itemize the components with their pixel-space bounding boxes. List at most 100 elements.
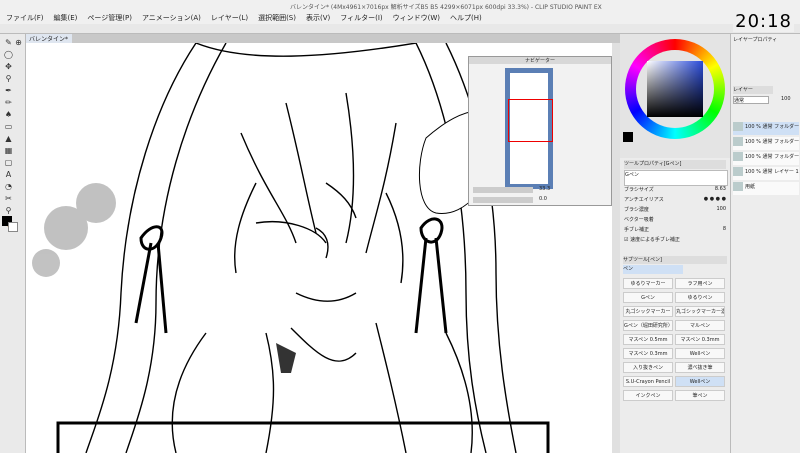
screentone-spots (32, 183, 116, 277)
color-wheel[interactable] (625, 39, 725, 139)
navigator-title: ナビゲーター (469, 57, 611, 64)
pointer-icon[interactable]: ✎ (4, 38, 13, 47)
subtool-item[interactable]: マスペン 0.5mm (623, 334, 673, 345)
menu-item[interactable]: ウィンドウ(W) (393, 13, 440, 23)
move-icon[interactable]: ✥ (4, 62, 13, 71)
tool-property-header: ツールプロパティ[Gペン] (624, 160, 726, 169)
ruler-icon[interactable]: ✂ (4, 194, 13, 203)
navigator-zoom: 33.3 (539, 186, 551, 192)
subtool-item[interactable]: 筆ペン (675, 390, 725, 401)
anti-alias-row[interactable]: アンチエイリアス ● ● ● ● (624, 196, 726, 205)
layer-name: 100 % 通常 フォルダー 2 (745, 139, 800, 145)
pen-icon[interactable]: ✒ (4, 86, 13, 95)
vector-snap-label: ベクター吸着 (624, 217, 654, 223)
layer-row[interactable]: 100 % 通常 フォルダー 3 (733, 122, 800, 135)
menu-item[interactable]: フィルター(I) (340, 13, 382, 23)
eyedropper-icon[interactable]: ⚲ (4, 74, 13, 83)
speed-stabilization-label: 速度による手ブレ補正 (630, 237, 680, 243)
subtool-item[interactable]: Gペン（堀田研究所） (623, 320, 673, 331)
layer-thumbnail-icon (733, 182, 743, 191)
opacity-value[interactable]: 100 (781, 96, 799, 104)
layer-name: 100 % 通常 フォルダー 3 (745, 124, 800, 130)
subtool-panel: サブツール[ペン] ペン ゆるりマーカー ラフ用ペン Gペン ゆるりペン 丸ゴシックマー… (620, 254, 730, 453)
brush-size-row[interactable]: ブラシサイズ 8.63 (624, 186, 726, 195)
stabilization-row[interactable]: 手ブレ補正 8 (624, 226, 726, 235)
menu-item[interactable]: アニメーション(A) (142, 13, 201, 23)
layer-thumbnail-icon (733, 122, 743, 131)
subtool-item[interactable]: 入り抜きペン (623, 362, 673, 373)
tool-name: Gペン (625, 172, 639, 178)
layer-row[interactable]: 100 % 通常 レイヤー 1 (733, 167, 799, 180)
menu-item[interactable]: ヘルプ(H) (450, 13, 482, 23)
document-tab[interactable]: バレンタイン* (26, 34, 72, 43)
lasso-icon[interactable]: ◯ (4, 50, 13, 59)
layer-property-title: レイヤープロパティ (733, 37, 778, 43)
subtool-item[interactable]: 丸ゴシックマーカー濃 (675, 306, 725, 317)
subtool-item[interactable]: 濃べ抜き筆 (675, 362, 725, 373)
navigator-panel: ナビゲーター 33.3 0.0 (468, 56, 612, 206)
clock: 20:18 (733, 11, 794, 32)
subtool-item[interactable]: ゆるりマーカー (623, 278, 673, 289)
magnify-icon[interactable]: ⊕ (14, 38, 23, 47)
window-title: バレンタイン* (4Mx4961×7016px 解析サイズB5 B5 4299×… (290, 4, 602, 11)
subtool-item[interactable]: Gペン (623, 292, 673, 303)
layer-row[interactable]: 100 % 通常 フォルダー 2 (733, 137, 800, 150)
layer-name: 100 % 通常 レイヤー 1 (745, 169, 799, 175)
menu-item[interactable]: レイヤー(L) (211, 13, 248, 23)
figure-icon[interactable]: ▢ (4, 158, 13, 167)
navigator-preview[interactable] (505, 68, 553, 189)
menu-item[interactable]: 編集(E) (54, 13, 78, 23)
subtool-header: サブツール[ペン] (623, 256, 727, 264)
layer-thumbnail-icon (733, 167, 743, 176)
zoom-icon[interactable]: ⚲ (4, 206, 13, 215)
layer-name: 用紙 (745, 184, 756, 190)
balloon-icon[interactable]: ◔ (4, 182, 13, 191)
subtool-group-tab[interactable]: ペン (623, 265, 683, 274)
subtool-item[interactable]: マスペン 0.3mm (675, 334, 725, 345)
subtool-item[interactable]: 丸ゴシックマーカー (623, 306, 673, 317)
fill-icon[interactable]: ▲ (4, 134, 13, 143)
menu-item[interactable]: 表示(V) (306, 13, 330, 23)
neck-shadow (276, 343, 296, 373)
layer-thumbnail-icon (733, 152, 743, 161)
blend-mode-select[interactable]: 通常 (733, 96, 769, 104)
layer-tab[interactable]: レイヤー (733, 86, 773, 94)
menu-item[interactable]: ページ管理(P) (87, 13, 132, 23)
subtool-item[interactable]: インクペン (623, 390, 673, 401)
menu-item[interactable]: 選択範囲(S) (258, 13, 296, 23)
density-value: 100 (716, 206, 726, 212)
pencil-icon[interactable]: ✏ (4, 98, 13, 107)
vector-snap-row[interactable]: ベクター吸着 (624, 216, 726, 225)
gradient-icon[interactable]: ▦ (4, 146, 13, 155)
speed-stabilization-row[interactable]: ☑ 速度による手ブレ補正 (624, 236, 726, 245)
brush-size-value: 8.63 (714, 186, 726, 192)
ribbons (134, 217, 448, 334)
density-row[interactable]: ブラシ濃度 100 (624, 206, 726, 215)
navigator-view-frame[interactable] (508, 99, 553, 142)
stroke-preview: Gペン (624, 170, 728, 186)
menu-item[interactable]: ファイル(F) (6, 13, 44, 23)
text-icon[interactable]: A (4, 170, 13, 179)
subtool-item[interactable]: ゆるりペン (675, 292, 725, 303)
layer-row[interactable]: 100 % 通常 フォルダー 1 (733, 152, 800, 165)
tool-strip: ✎ ◯ ✥ ⚲ ✒ ✏ ♠ ▭ ▲ ▦ ▢ A ◔ ✂ ⚲ ✋ ⊕ (0, 34, 26, 453)
brush-icon[interactable]: ♠ (4, 110, 13, 119)
canvas-scrollbar[interactable] (612, 43, 620, 453)
anti-alias-label: アンチエイリアス (624, 197, 664, 203)
subtool-item[interactable]: ラフ用ペン (675, 278, 725, 289)
current-color[interactable] (623, 132, 633, 142)
density-label: ブラシ濃度 (624, 207, 649, 213)
color-icon[interactable] (14, 98, 23, 107)
zoom-slider[interactable] (473, 187, 533, 193)
subtool-item[interactable]: マスペン 0.3mm (623, 348, 673, 359)
layer-row[interactable]: 用紙 (733, 182, 799, 195)
eraser-icon[interactable]: ▭ (4, 122, 13, 131)
subtool-item[interactable]: Wellペン (675, 376, 725, 387)
saturation-square[interactable] (647, 61, 703, 117)
subtool-item[interactable]: マルペン (675, 320, 725, 331)
sub-color-swatch[interactable] (8, 222, 18, 232)
rotate-slider[interactable] (473, 197, 533, 203)
subtool-item[interactable]: Wellペン (675, 348, 725, 359)
subtool-item[interactable]: S.U-Crayon Pencil (623, 376, 673, 387)
menu-bar: ファイル(F) 編集(E) ページ管理(P) アニメーション(A) レイヤー(L) 選択範… (0, 12, 800, 24)
